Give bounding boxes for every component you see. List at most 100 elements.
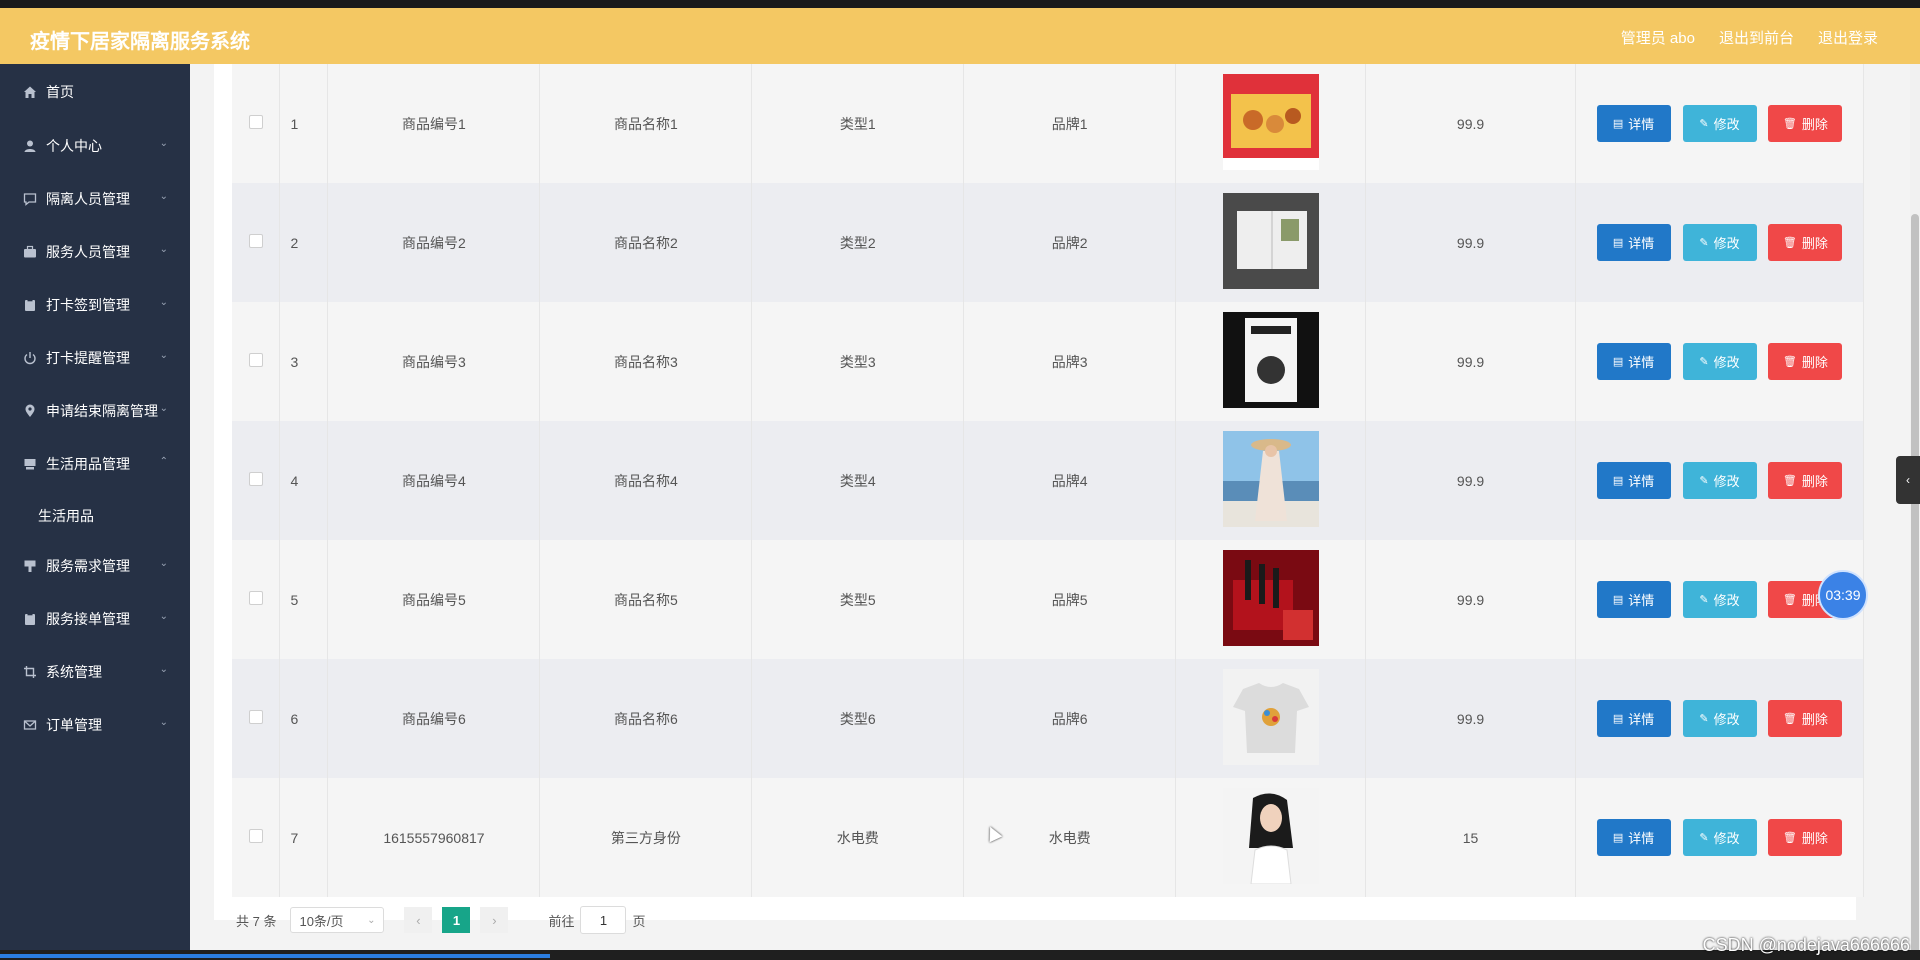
sidebar-item-daily-goods[interactable]: 生活用品管理 ⌃ — [0, 444, 190, 484]
detail-button[interactable]: ▤ 详情 — [1596, 819, 1671, 856]
pencil-icon: ✎ — [1699, 237, 1709, 249]
row-checkbox[interactable] — [248, 710, 263, 724]
sidebar-item-home[interactable]: 首页 — [0, 72, 190, 112]
row-checkbox[interactable] — [248, 472, 263, 486]
detail-button[interactable]: ▤ 详情 — [1596, 224, 1671, 261]
sidebar-item-personal[interactable]: 个人中心 ⌄ — [0, 126, 190, 166]
row-index: 6 — [279, 659, 329, 778]
delete-button[interactable]: 🗑 删除 — [1768, 343, 1843, 380]
goods-price: 99.9 — [1365, 659, 1577, 778]
row-checkbox[interactable] — [248, 353, 263, 367]
goods-table: 1 商品编号1 商品名称1 类型1 品牌1 99.9 ▤ 详情 ✎ 修改 🗑 删除 2… — [232, 64, 1864, 897]
page-number-current[interactable]: 1 — [442, 907, 471, 933]
crop-icon — [22, 664, 38, 680]
goto-page-input[interactable]: 1 — [580, 906, 627, 934]
detail-button[interactable]: ▤ 详情 — [1596, 105, 1671, 142]
product-image — [1222, 74, 1319, 170]
progress-line — [0, 954, 550, 958]
edit-button[interactable]: ✎ 修改 — [1682, 700, 1757, 737]
goods-name: 商品名称4 — [539, 421, 753, 540]
delete-button[interactable]: 🗑 删除 — [1768, 105, 1843, 142]
document-icon: ▤ — [1612, 237, 1624, 249]
detail-button[interactable]: ▤ 详情 — [1596, 462, 1671, 499]
sidebar-item-label: 服务接单管理 — [46, 611, 130, 627]
sidebar-item-quarantine-people[interactable]: 隔离人员管理 ⌄ — [0, 179, 190, 219]
goods-price: 99.9 — [1365, 64, 1577, 183]
document-icon: ▤ — [1612, 594, 1624, 606]
sidebar-item-label: 打卡签到管理 — [46, 297, 130, 313]
sidebar-item-orders[interactable]: 订单管理 ⌄ — [0, 705, 190, 745]
edit-button[interactable]: ✎ 修改 — [1682, 819, 1757, 856]
edit-button[interactable]: ✎ 修改 — [1682, 343, 1757, 380]
goods-name: 第三方身份 — [539, 778, 753, 897]
product-image — [1222, 550, 1319, 646]
sidebar-item-label: 首页 — [46, 84, 74, 100]
edit-button[interactable]: ✎ 修改 — [1682, 581, 1757, 618]
goods-type: 类型6 — [751, 659, 965, 778]
table-row: 1 商品编号1 商品名称1 类型1 品牌1 99.9 ▤ 详情 ✎ 修改 🗑 删除 — [232, 64, 1864, 183]
goods-price: 99.9 — [1365, 421, 1577, 540]
row-checkbox[interactable] — [248, 115, 263, 129]
delete-button[interactable]: 🗑 删除 — [1768, 224, 1843, 261]
chevron-down-icon: ⌄ — [159, 297, 168, 308]
chevron-down-icon: ⌄ — [159, 138, 168, 149]
header: 疫情下居家隔离服务系统 管理员 abo 退出到前台 退出登录 — [0, 8, 1920, 65]
delete-button[interactable]: 🗑 删除 — [1768, 819, 1843, 856]
chevron-down-icon: ⌄ — [159, 191, 168, 202]
header-actions: 管理员 abo 退出到前台 退出登录 — [1621, 27, 1878, 48]
goods-brand: 品牌5 — [963, 540, 1177, 659]
trash-icon: 🗑 — [1782, 356, 1797, 368]
detail-button[interactable]: ▤ 详情 — [1596, 581, 1671, 618]
document-icon: ▤ — [1612, 356, 1624, 368]
sidebar-item-label: 个人中心 — [46, 138, 102, 154]
delete-button[interactable]: 🗑 删除 — [1768, 462, 1843, 499]
goods-price: 99.9 — [1365, 302, 1577, 421]
document-icon: ▤ — [1612, 713, 1624, 725]
sidebar-item-service-orders[interactable]: 服务接单管理 ⌄ — [0, 599, 190, 639]
sidebar-item-checkin[interactable]: 打卡签到管理 ⌄ — [0, 285, 190, 325]
trash-icon: 🗑 — [1782, 832, 1797, 844]
vertical-scrollbar[interactable] — [1910, 64, 1920, 960]
sidebar-item-reminder[interactable]: 打卡提醒管理 ⌄ — [0, 338, 190, 378]
sidebar-subitem-daily-goods[interactable]: 生活用品 — [38, 506, 94, 526]
row-checkbox[interactable] — [248, 829, 263, 843]
page-size-select[interactable]: 10条/页 ⌄ — [290, 907, 385, 933]
delete-button[interactable]: 🗑 删除 — [1768, 700, 1843, 737]
goods-name: 商品名称2 — [539, 183, 753, 302]
top-strip — [0, 0, 1920, 8]
sidebar-item-service-demand[interactable]: 服务需求管理 ⌄ — [0, 546, 190, 586]
sidebar-item-label: 系统管理 — [46, 664, 102, 680]
logout-link[interactable]: 退出登录 — [1818, 27, 1878, 48]
table-row: 3 商品编号3 商品名称3 类型3 品牌3 99.9 ▤ 详情 ✎ 修改 🗑 删除 — [232, 302, 1864, 421]
goods-type: 类型5 — [751, 540, 965, 659]
edit-button[interactable]: ✎ 修改 — [1682, 224, 1757, 261]
admin-user-label[interactable]: 管理员 abo — [1621, 27, 1695, 48]
row-checkbox[interactable] — [248, 591, 263, 605]
row-checkbox[interactable] — [248, 234, 263, 248]
goto-label: 前往 — [548, 913, 575, 929]
sidebar-item-end-quarantine[interactable]: 申请结束隔离管理 ⌄ — [0, 391, 190, 431]
goods-price: 99.9 — [1365, 183, 1577, 302]
detail-button[interactable]: ▤ 详情 — [1596, 343, 1671, 380]
edit-button[interactable]: ✎ 修改 — [1682, 105, 1757, 142]
product-image — [1222, 193, 1319, 289]
row-index: 1 — [279, 64, 329, 183]
timer-badge[interactable]: 03:39 — [1818, 570, 1868, 620]
pencil-icon: ✎ — [1699, 118, 1709, 130]
goods-price: 99.9 — [1365, 540, 1577, 659]
detail-button[interactable]: ▤ 详情 — [1596, 700, 1671, 737]
sidebar-item-system[interactable]: 系统管理 ⌄ — [0, 652, 190, 692]
row-index: 3 — [279, 302, 329, 421]
home-icon — [22, 84, 38, 100]
sidebar-item-service-staff[interactable]: 服务人员管理 ⌄ — [0, 232, 190, 272]
chevron-left-icon: ‹ — [1906, 473, 1910, 487]
edit-button[interactable]: ✎ 修改 — [1682, 462, 1757, 499]
goods-code: 商品编号4 — [327, 421, 541, 540]
next-page-button[interactable]: › — [480, 907, 509, 933]
prev-page-button[interactable]: ‹ — [404, 907, 433, 933]
trash-icon: 🗑 — [1782, 475, 1797, 487]
exit-to-front-link[interactable]: 退出到前台 — [1719, 27, 1794, 48]
scrollbar-thumb[interactable] — [1911, 214, 1919, 954]
collapse-panel-button[interactable]: ‹ — [1896, 456, 1920, 504]
row-index: 7 — [279, 778, 329, 897]
